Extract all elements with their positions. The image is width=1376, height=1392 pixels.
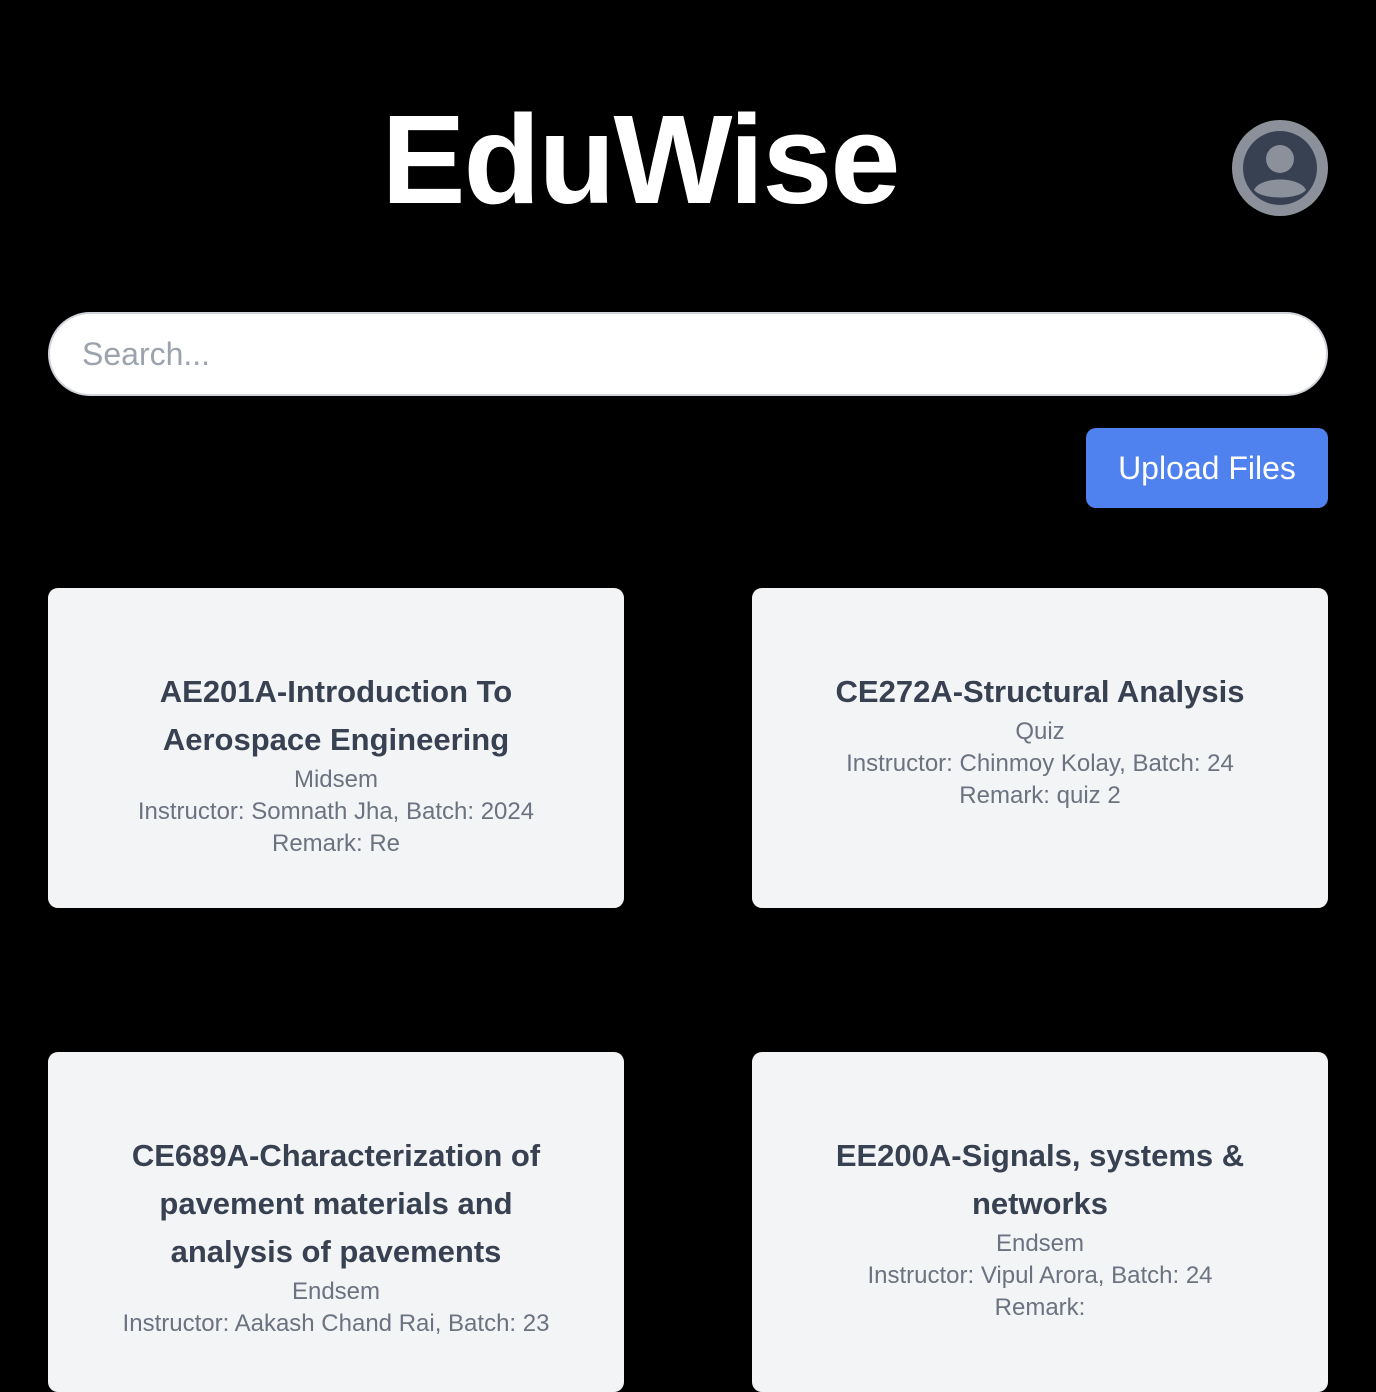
exam-type: Quiz: [1015, 718, 1065, 745]
remark: Remark: Re: [271, 830, 401, 857]
course-title: EE200A-Signals, systems & networks: [835, 1138, 1245, 1221]
card-content: CE689A-Characterization of pavement mate…: [48, 1132, 624, 1340]
profile-button[interactable]: [1232, 120, 1328, 216]
exam-type: Midsem: [293, 766, 378, 793]
remark: Remark: quiz 2: [959, 782, 1121, 809]
course-title: AE201A-Introduction To Aerospace Enginee…: [159, 674, 513, 757]
course-title: CE272A-Structural Analysis: [835, 674, 1245, 709]
instructor-batch: Instructor: Aakash Chand Rai, Batch: 23: [122, 1310, 550, 1337]
course-title: CE689A-Characterization of pavement mate…: [131, 1138, 541, 1269]
exam-type: Endsem: [291, 1278, 381, 1305]
course-card[interactable]: AE201A-Introduction To Aerospace Enginee…: [48, 588, 624, 908]
upload-files-button[interactable]: Upload Files: [1086, 428, 1328, 508]
instructor-batch: Instructor: Somnath Jha, Batch: 2024: [137, 798, 535, 825]
course-card[interactable]: CE272A-Structural Analysis Quiz Instruct…: [752, 588, 1328, 908]
course-card[interactable]: CE689A-Characterization of pavement mate…: [48, 1052, 624, 1392]
card-content: CE272A-Structural Analysis Quiz Instruct…: [752, 668, 1328, 812]
search-input[interactable]: [48, 312, 1328, 396]
exam-type: Endsem: [995, 1230, 1085, 1257]
card-content: EE200A-Signals, systems & networks Endse…: [752, 1132, 1328, 1324]
user-circle-icon: [1243, 131, 1317, 205]
page-header: EduWise: [0, 0, 1376, 300]
app-title: EduWise: [381, 89, 901, 230]
remark: Remark:: [994, 1294, 1086, 1321]
search-bar: [48, 312, 1328, 396]
instructor-batch: Instructor: Vipul Arora, Batch: 24: [867, 1262, 1213, 1289]
card-content: AE201A-Introduction To Aerospace Enginee…: [48, 668, 624, 860]
instructor-batch: Instructor: Chinmoy Kolay, Batch: 24: [846, 750, 1234, 777]
course-card[interactable]: EE200A-Signals, systems & networks Endse…: [752, 1052, 1328, 1392]
